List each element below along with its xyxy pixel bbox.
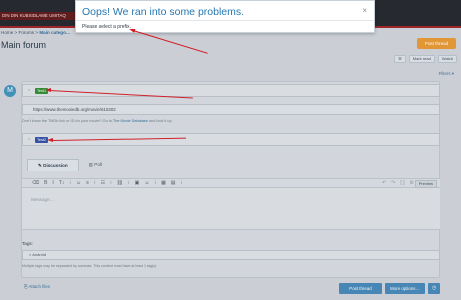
error-dialog: Oops! We ran into some problems. × Pleas…	[75, 0, 375, 33]
modal-overlay	[0, 0, 461, 300]
close-icon[interactable]: ×	[362, 6, 367, 15]
error-message: Please select a prefix.	[82, 24, 131, 30]
error-dialog-title: Oops! We ran into some problems.	[82, 6, 245, 18]
dialog-divider	[76, 20, 374, 21]
